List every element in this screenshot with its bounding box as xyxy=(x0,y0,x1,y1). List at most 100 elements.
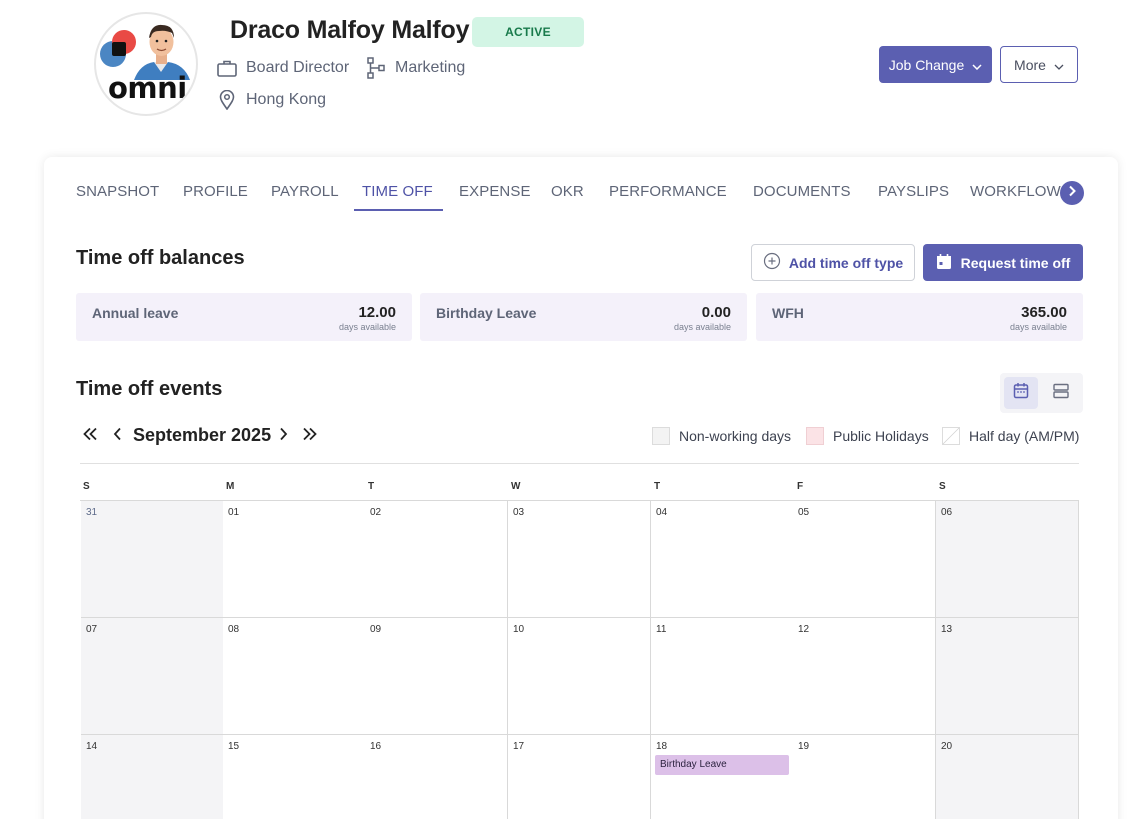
map-pin-icon xyxy=(216,89,238,111)
day-cell[interactable]: 08 xyxy=(223,618,366,735)
day-cell[interactable]: 01 xyxy=(223,501,366,618)
employee-name: Draco Malfoy Malfoy xyxy=(230,16,470,44)
day-number: 31 xyxy=(86,507,98,518)
tab-time-off[interactable]: TIME OFF xyxy=(362,183,433,200)
day-number: 14 xyxy=(86,741,98,752)
prev-month-button[interactable] xyxy=(109,424,125,448)
legend-half-day: Half day (AM/PM) xyxy=(942,427,1079,445)
tab-bar: SNAPSHOT PROFILE PAYROLL TIME OFF EXPENS… xyxy=(76,172,1066,212)
day-cell[interactable]: 17 xyxy=(508,735,651,819)
calendar-view-button[interactable] xyxy=(1004,377,1038,409)
day-cell[interactable]: 13 xyxy=(936,618,1079,735)
more-button[interactable]: More xyxy=(1000,46,1078,83)
balances-title: Time off balances xyxy=(76,247,245,269)
day-cell[interactable]: 02 xyxy=(365,501,508,618)
day-cell[interactable]: 09 xyxy=(365,618,508,735)
day-cell[interactable]: 31 xyxy=(81,501,224,618)
day-cell[interactable]: 06 xyxy=(936,501,1079,618)
day-number: 16 xyxy=(370,741,382,752)
tab-profile[interactable]: PROFILE xyxy=(183,183,248,200)
weekday-header: F xyxy=(797,481,804,492)
weekday-header: S xyxy=(939,481,946,492)
day-cell[interactable]: 20 xyxy=(936,735,1079,819)
calendar-icon xyxy=(1013,382,1029,404)
day-number: 03 xyxy=(513,507,525,518)
legend-swatch xyxy=(652,427,670,445)
day-cell[interactable]: 03 xyxy=(508,501,651,618)
tab-payslips[interactable]: PAYSLIPS xyxy=(878,183,949,200)
day-cell[interactable]: 16 xyxy=(365,735,508,819)
day-number: 18 xyxy=(656,741,668,752)
request-time-off-label: Request time off xyxy=(960,254,1071,271)
request-time-off-button[interactable]: Request time off xyxy=(923,244,1083,281)
job-title: Board Director xyxy=(246,59,350,76)
day-cell[interactable]: 10 xyxy=(508,618,651,735)
balance-name: Birthday Leave xyxy=(436,305,537,321)
day-cell[interactable]: 12 xyxy=(793,618,936,735)
double-chevron-right-icon xyxy=(302,427,318,446)
day-cell[interactable]: 05 xyxy=(793,501,936,618)
tab-documents[interactable]: DOCUMENTS xyxy=(753,183,851,200)
next-year-button[interactable] xyxy=(300,424,320,448)
org-chart-icon xyxy=(365,57,387,79)
tabs-scroll-next-button[interactable] xyxy=(1060,181,1084,205)
tab-snapshot[interactable]: SNAPSHOT xyxy=(76,183,159,200)
tab-workflow[interactable]: WORKFLOW xyxy=(970,183,1061,200)
day-number: 20 xyxy=(941,741,953,752)
legend-label: Non-working days xyxy=(679,428,792,444)
next-month-button[interactable] xyxy=(275,424,291,448)
day-number: 17 xyxy=(513,741,525,752)
calendar-grid: 31 01 02 03 04 05 06 07 08 09 10 11 12 1… xyxy=(80,500,1079,819)
tab-performance[interactable]: PERFORMANCE xyxy=(609,183,727,200)
balance-unit: days available xyxy=(673,322,731,332)
legend-label: Public Holidays xyxy=(833,428,929,444)
chevron-left-icon xyxy=(113,427,122,446)
briefcase-icon xyxy=(216,57,238,79)
double-chevron-left-icon xyxy=(82,427,98,446)
day-number: 08 xyxy=(228,624,240,635)
balance-card-birthday-leave: Birthday Leave 0.00 days available xyxy=(420,293,747,341)
job-title-row: Board Director xyxy=(216,57,349,79)
tab-okr[interactable]: OKR xyxy=(551,183,584,200)
tab-payroll[interactable]: PAYROLL xyxy=(271,183,339,200)
weekday-header: T xyxy=(368,481,375,492)
balance-value: 0.00 xyxy=(701,304,731,321)
day-cell[interactable]: 19 xyxy=(793,735,936,819)
weekday-header: W xyxy=(511,481,521,492)
day-number: 01 xyxy=(228,507,240,518)
balance-value: 12.00 xyxy=(358,304,396,321)
add-time-off-type-button[interactable]: Add time off type xyxy=(751,244,915,281)
day-number: 11 xyxy=(656,624,667,635)
chevron-down-icon xyxy=(972,57,982,73)
day-cell[interactable]: 07 xyxy=(81,618,224,735)
location: Hong Kong xyxy=(246,91,327,108)
chevron-right-icon xyxy=(1068,184,1076,202)
day-number: 06 xyxy=(941,507,953,518)
balance-card-wfh: WFH 365.00 days available xyxy=(756,293,1083,341)
avatar-logo-text: omni xyxy=(108,71,187,105)
day-cell[interactable]: 04 xyxy=(651,501,794,618)
day-cell[interactable]: 14 xyxy=(81,735,224,819)
list-view-button[interactable] xyxy=(1044,377,1078,409)
calendar-divider xyxy=(80,463,1079,464)
job-change-button[interactable]: Job Change xyxy=(879,46,992,83)
prev-year-button[interactable] xyxy=(80,424,100,448)
day-cell[interactable]: 15 xyxy=(223,735,366,819)
day-cell[interactable]: 11 xyxy=(651,618,794,735)
tab-expense[interactable]: EXPENSE xyxy=(459,183,531,200)
chevron-down-icon xyxy=(1054,57,1064,73)
job-change-label: Job Change xyxy=(888,56,965,73)
time-off-event[interactable]: Birthday Leave xyxy=(655,755,789,775)
day-number: 10 xyxy=(513,624,525,635)
balance-value: 365.00 xyxy=(1021,304,1067,321)
calendar-icon xyxy=(936,253,952,273)
department-row: Marketing xyxy=(365,57,465,79)
balance-unit: days available xyxy=(338,322,396,332)
weekday-header: M xyxy=(226,481,235,492)
day-number: 04 xyxy=(656,507,668,518)
day-cell[interactable]: 18 Birthday Leave xyxy=(651,735,794,819)
legend-swatch xyxy=(806,427,824,445)
balance-card-annual-leave: Annual leave 12.00 days available xyxy=(76,293,412,341)
list-icon xyxy=(1053,383,1069,404)
month-label: September 2025 xyxy=(133,425,272,445)
